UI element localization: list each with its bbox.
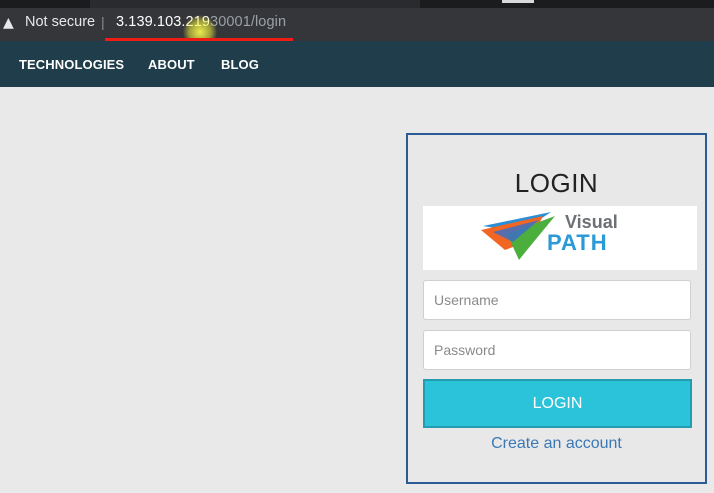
logo-text-path: PATH [547,230,608,255]
nav-item-about[interactable]: ABOUT [148,57,195,72]
security-label[interactable]: Not secure [25,14,95,30]
login-panel: LOGIN Visual PATH LOGIN Create an accoun… [406,133,707,484]
browser-tab-strip [0,0,714,8]
create-account-link[interactable]: Create an account [408,435,705,453]
url-path: 30001/login [210,14,287,30]
nav-item-blog[interactable]: BLOG [221,57,259,72]
nav-item-technologies[interactable]: TECHNOLOGIES [19,57,124,72]
browser-tab[interactable] [90,0,420,8]
login-title: LOGIN [514,168,599,198]
tab-indicator [502,0,534,3]
address-separator: | [101,14,105,30]
warning-icon[interactable]: ▲ [3,16,17,30]
address-bar[interactable]: ▲ Not secure | 3.139.103.21930001/login [0,8,714,41]
site-nav: TECHNOLOGIES ABOUT BLOG [0,41,714,87]
password-input[interactable] [423,330,691,370]
visualpath-logo: Visual PATH [423,206,697,270]
login-button[interactable]: LOGIN [423,379,692,428]
username-input[interactable] [423,280,691,320]
